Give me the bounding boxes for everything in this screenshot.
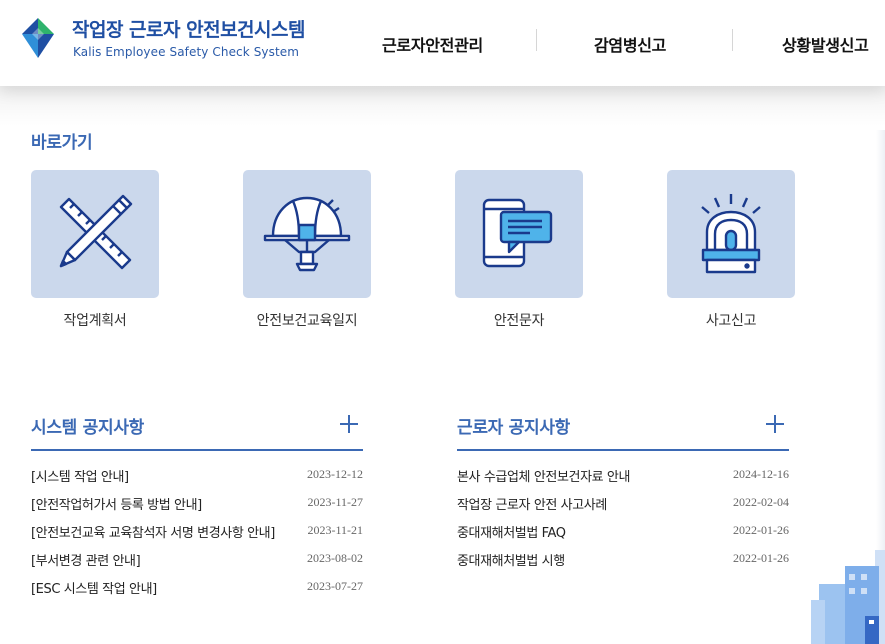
notice-date: 2023-07-27 bbox=[307, 579, 363, 593]
notice-title[interactable]: 작업장 근로자 안전 사고사례 bbox=[457, 494, 607, 513]
notice-date: 2023-12-12 bbox=[307, 467, 363, 481]
notice-title[interactable]: [안전작업허가서 등록 방법 안내] bbox=[31, 494, 202, 513]
quick-label-work-plan[interactable]: 작업계획서 bbox=[0, 310, 195, 330]
notice-date: 2023-11-21 bbox=[307, 523, 363, 537]
quick-label-accident-report[interactable]: 사고신고 bbox=[631, 310, 831, 330]
notice-date: 2024-12-16 bbox=[733, 467, 789, 481]
safety-helmet-icon bbox=[263, 196, 351, 272]
quick-links-title: 바로가기 bbox=[31, 133, 93, 153]
brand-subtitle: Kalis Employee Safety Check System bbox=[73, 45, 300, 59]
nav-divider bbox=[536, 29, 537, 51]
site-header: 작업장 근로자 안전보건시스템 Kalis Employee Safety Ch… bbox=[0, 0, 885, 86]
quick-card-accident-report[interactable] bbox=[667, 170, 795, 298]
system-notice-row[interactable]: [시스템 작업 안내] 2023-12-12 bbox=[31, 463, 363, 491]
kalis-logo-icon[interactable] bbox=[22, 18, 54, 58]
system-notices-list: [시스템 작업 안내] 2023-12-12 [안전작업허가서 등록 방법 안내… bbox=[31, 463, 363, 603]
worker-notice-row[interactable]: 작업장 근로자 안전 사고사례 2022-02-04 bbox=[457, 491, 789, 519]
notice-date: 2022-01-26 bbox=[733, 523, 789, 537]
worker-notice-row[interactable]: 중대재해처벌법 FAQ 2022-01-26 bbox=[457, 519, 789, 547]
system-notices-divider bbox=[31, 449, 363, 451]
brand-title[interactable]: 작업장 근로자 안전보건시스템 bbox=[72, 15, 305, 42]
city-buildings-illustration bbox=[811, 550, 885, 644]
worker-notices-list: 본사 수급업체 안전보건자료 안내 2024-12-16 작업장 근로자 안전 … bbox=[457, 463, 789, 575]
notice-title[interactable]: [시스템 작업 안내] bbox=[31, 466, 129, 485]
quick-label-safety-education[interactable]: 안전보건교육일지 bbox=[207, 310, 407, 330]
system-notices-title[interactable]: 시스템 공지사항 bbox=[31, 413, 144, 438]
smartphone-message-icon bbox=[482, 198, 553, 268]
notice-title[interactable]: 중대재해처벌법 FAQ bbox=[457, 522, 566, 541]
worker-notices-divider bbox=[457, 449, 789, 451]
siren-icon bbox=[701, 194, 761, 274]
worker-notice-row[interactable]: 본사 수급업체 안전보건자료 안내 2024-12-16 bbox=[457, 463, 789, 491]
notice-date: 2022-01-26 bbox=[733, 551, 789, 565]
notice-title[interactable]: [안전보건교육 교육참석자 서명 변경사항 안내] bbox=[31, 522, 275, 541]
nav-infection-report[interactable]: 감염병신고 bbox=[594, 32, 666, 56]
notice-title[interactable]: 중대재해처벌법 시행 bbox=[457, 550, 565, 569]
system-notices-more-plus-icon[interactable] bbox=[338, 413, 360, 435]
notice-title[interactable]: [ESC 시스템 작업 안내] bbox=[31, 578, 157, 597]
quick-label-safety-message[interactable]: 안전문자 bbox=[419, 310, 619, 330]
system-notice-row[interactable]: [ESC 시스템 작업 안내] 2023-07-27 bbox=[31, 575, 363, 603]
quick-card-safety-message[interactable] bbox=[455, 170, 583, 298]
header-shadow bbox=[0, 86, 885, 126]
notice-title[interactable]: 본사 수급업체 안전보건자료 안내 bbox=[457, 466, 630, 485]
notice-title[interactable]: [부서변경 관련 안내] bbox=[31, 550, 141, 569]
worker-notices-title[interactable]: 근로자 공지사항 bbox=[457, 413, 570, 438]
side-edge bbox=[876, 130, 885, 550]
notice-date: 2022-02-04 bbox=[733, 495, 789, 509]
nav-worker-safety[interactable]: 근로자안전관리 bbox=[382, 32, 483, 56]
quick-card-safety-education[interactable] bbox=[243, 170, 371, 298]
system-notice-row[interactable]: [안전보건교육 교육참석자 서명 변경사항 안내] 2023-11-21 bbox=[31, 519, 363, 547]
nav-divider bbox=[732, 29, 733, 51]
quick-card-work-plan[interactable] bbox=[31, 170, 159, 298]
worker-notice-row[interactable]: 중대재해처벌법 시행 2022-01-26 bbox=[457, 547, 789, 575]
nav-incident-report[interactable]: 상황발생신고 bbox=[782, 32, 869, 56]
system-notice-row[interactable]: [부서변경 관련 안내] 2023-08-02 bbox=[31, 547, 363, 575]
worker-notices-more-plus-icon[interactable] bbox=[764, 413, 786, 435]
notice-date: 2023-08-02 bbox=[307, 551, 363, 565]
notice-date: 2023-11-27 bbox=[307, 495, 363, 509]
pencil-ruler-icon bbox=[59, 194, 133, 270]
system-notice-row[interactable]: [안전작업허가서 등록 방법 안내] 2023-11-27 bbox=[31, 491, 363, 519]
